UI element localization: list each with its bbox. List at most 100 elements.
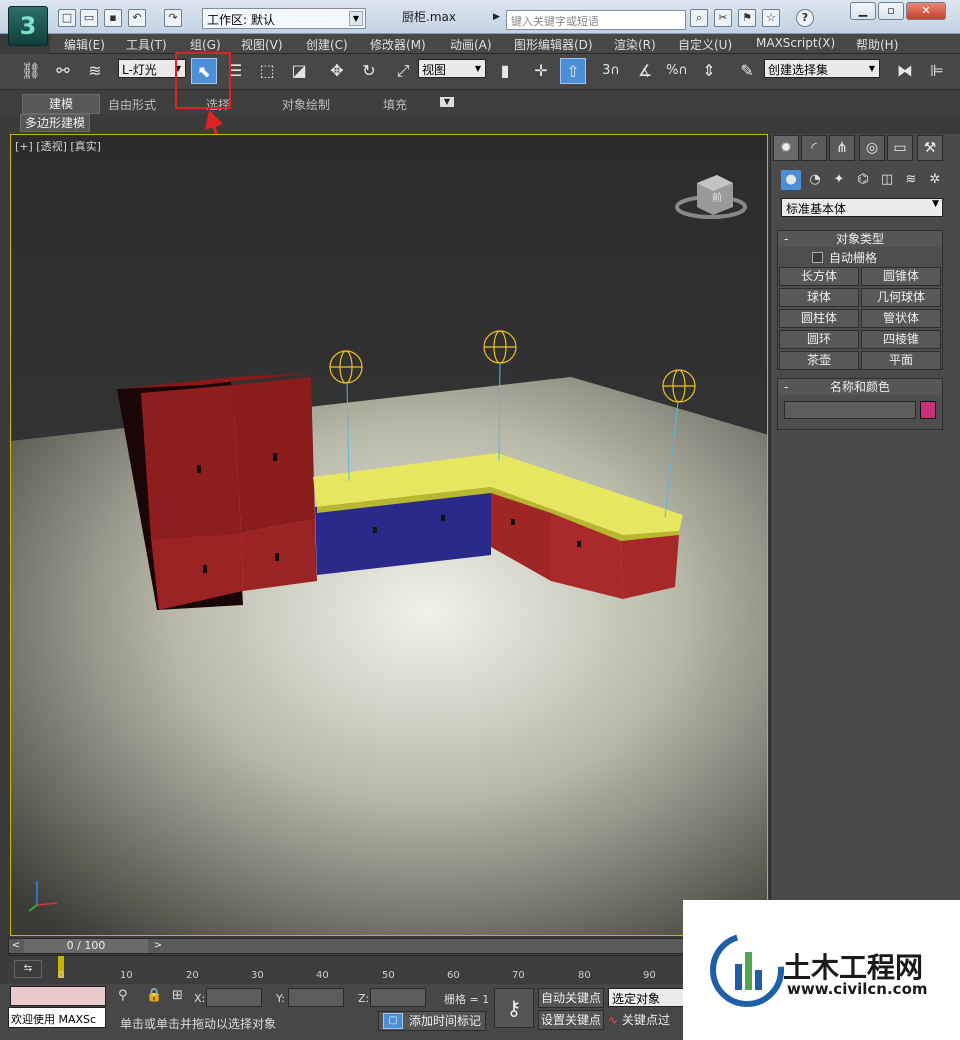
z-coordinate-input[interactable]	[370, 988, 426, 1007]
listener-pane[interactable]	[10, 986, 106, 1006]
workspace-dropdown[interactable]: 工作区: 默认 ▼	[202, 8, 366, 29]
open-file-icon[interactable]: ▭	[80, 9, 98, 27]
expand-arrow-icon[interactable]: ▶	[493, 12, 500, 22]
menu-rendering[interactable]: 渲染(R)	[614, 36, 656, 53]
perspective-viewport[interactable]: [+] [透视] [真实] 前	[10, 134, 768, 936]
object-name-input[interactable]	[784, 401, 916, 419]
app-logo-icon[interactable]: 3	[8, 6, 48, 46]
tab-modeling[interactable]: 建模	[22, 94, 100, 114]
spinner-snap-icon[interactable]: ⇕	[696, 58, 722, 84]
utilities-tab-icon[interactable]: ⚒	[917, 135, 943, 161]
window-crossing-icon[interactable]: ◪	[286, 58, 312, 84]
unlink-icon[interactable]: ⚯	[50, 58, 76, 84]
box-button[interactable]: 长方体	[779, 267, 859, 286]
move-icon[interactable]: ✥	[324, 58, 350, 84]
teapot-button[interactable]: 茶壶	[779, 351, 859, 370]
angle-snap-icon[interactable]: ∡	[632, 58, 658, 84]
lock-icon[interactable]: 🔒	[146, 988, 162, 1003]
lights-icon[interactable]: ✦	[829, 170, 849, 190]
plane-button[interactable]: 平面	[861, 351, 941, 370]
isolate-icon[interactable]: ⚲	[118, 988, 128, 1003]
maximize-button[interactable]: ▫	[878, 2, 904, 20]
link-icon[interactable]: ⛓	[18, 58, 44, 84]
new-file-icon[interactable]: □	[58, 9, 76, 27]
cone-button[interactable]: 圆锥体	[861, 267, 941, 286]
key-filters-button[interactable]: ∿ 关键点过	[608, 1011, 670, 1028]
help-icon[interactable]: ?	[796, 9, 814, 27]
viewport-label[interactable]: [+] [透视] [真实]	[15, 138, 101, 154]
mirror-icon[interactable]: ⧓	[892, 58, 918, 84]
pyramid-button[interactable]: 四棱锥	[861, 330, 941, 349]
polygon-modeling-tab[interactable]: 多边形建模	[20, 114, 90, 132]
rotate-icon[interactable]: ↻	[356, 58, 382, 84]
display-tab-icon[interactable]: ▭	[887, 135, 913, 161]
save-icon[interactable]: ▪	[104, 9, 122, 27]
autogrid-checkbox[interactable]: 自动栅格	[812, 249, 877, 266]
tools-icon[interactable]: ✂	[714, 9, 732, 27]
viewcube-face-label[interactable]: 前	[712, 189, 722, 204]
redo-icon[interactable]: ↷	[164, 9, 182, 27]
close-button[interactable]: ✕	[906, 2, 946, 20]
y-coordinate-input[interactable]	[288, 988, 344, 1007]
menu-group[interactable]: 组(G)	[190, 36, 221, 53]
x-coordinate-input[interactable]	[206, 988, 262, 1007]
object-type-header[interactable]: - 对象类型	[778, 231, 942, 247]
set-key-button[interactable]: 设置关键点	[538, 1010, 604, 1030]
favorite-star-icon[interactable]: ☆	[762, 9, 780, 27]
geometry-icon[interactable]: ●	[781, 170, 801, 190]
keyboard-shortcut-override-icon[interactable]: ⇧	[560, 58, 586, 84]
snap-toggle-icon[interactable]: 3∩	[598, 58, 624, 84]
motion-tab-icon[interactable]: ◎	[859, 135, 885, 161]
bind-spacewarp-icon[interactable]: ≋	[82, 58, 108, 84]
key-icon[interactable]: ⚷	[494, 988, 534, 1028]
absolute-mode-icon[interactable]: ⊞	[172, 988, 183, 1003]
communication-icon[interactable]: ⚑	[738, 9, 756, 27]
frame-indicator[interactable]: 0 / 100	[24, 939, 148, 953]
create-tab-icon[interactable]: ✹	[773, 135, 799, 161]
menu-tools[interactable]: 工具(T)	[126, 36, 167, 53]
helpers-icon[interactable]: ◫	[877, 170, 897, 190]
edit-named-selection-icon[interactable]: ✎	[734, 58, 760, 84]
ribbon-options-icon[interactable]: ▼	[440, 97, 454, 107]
align-icon[interactable]: ⊫	[924, 58, 950, 84]
category-dropdown[interactable]: 标准基本体 ▼	[781, 198, 943, 217]
named-selection-dropdown[interactable]: 创建选择集 ▼	[764, 59, 880, 78]
tab-freeform[interactable]: 自由形式	[108, 96, 156, 113]
modify-tab-icon[interactable]: ◜	[801, 135, 827, 161]
curve-editor-icon[interactable]: ⇆	[14, 960, 42, 978]
menu-views[interactable]: 视图(V)	[241, 36, 283, 53]
geosphere-button[interactable]: 几何球体	[861, 288, 941, 307]
hierarchy-tab-icon[interactable]: ⋔	[829, 135, 855, 161]
chevron-left-icon[interactable]: <	[9, 939, 23, 953]
checkbox-icon[interactable]	[812, 252, 823, 263]
spacewarps-icon[interactable]: ≋	[901, 170, 921, 190]
auto-key-button[interactable]: 自动关键点	[538, 988, 604, 1008]
pivot-center-icon[interactable]: ▮	[492, 58, 518, 84]
key-selection-dropdown[interactable]: 选定对象	[608, 988, 684, 1007]
menu-edit[interactable]: 编辑(E)	[64, 36, 105, 53]
maxscript-listener[interactable]: 欢迎使用 MAXSc	[8, 1007, 106, 1028]
menu-customize[interactable]: 自定义(U)	[678, 36, 732, 53]
reference-coord-dropdown[interactable]: 视图 ▼	[418, 59, 486, 78]
menu-graph-editors[interactable]: 图形编辑器(D)	[514, 36, 593, 53]
track-bar[interactable]: ⇆ 0 10 20 30 40 50 60 70 80 90	[8, 955, 688, 983]
tab-object-paint[interactable]: 对象绘制	[282, 96, 330, 113]
systems-icon[interactable]: ✲	[925, 170, 945, 190]
cylinder-button[interactable]: 圆柱体	[779, 309, 859, 328]
sphere-button[interactable]: 球体	[779, 288, 859, 307]
menu-maxscript[interactable]: MAXScript(X)	[756, 36, 835, 50]
menu-modifiers[interactable]: 修改器(M)	[370, 36, 426, 53]
cameras-icon[interactable]: ⌬	[853, 170, 873, 190]
menu-create[interactable]: 创建(C)	[306, 36, 348, 53]
menu-animation[interactable]: 动画(A)	[450, 36, 492, 53]
tab-populate[interactable]: 填充	[383, 96, 407, 113]
minimize-button[interactable]: ▁	[850, 2, 876, 20]
torus-button[interactable]: 圆环	[779, 330, 859, 349]
scale-icon[interactable]: ⤢	[390, 58, 416, 84]
select-manipulate-icon[interactable]: ✛	[528, 58, 554, 84]
rectangular-selection-icon[interactable]: ⬚	[254, 58, 280, 84]
object-color-swatch[interactable]	[920, 401, 936, 419]
add-time-tag-button[interactable]: ▢ 添加时间标记	[378, 1011, 486, 1031]
chevron-right-icon[interactable]: >	[151, 939, 165, 953]
menu-help[interactable]: 帮助(H)	[856, 36, 898, 53]
